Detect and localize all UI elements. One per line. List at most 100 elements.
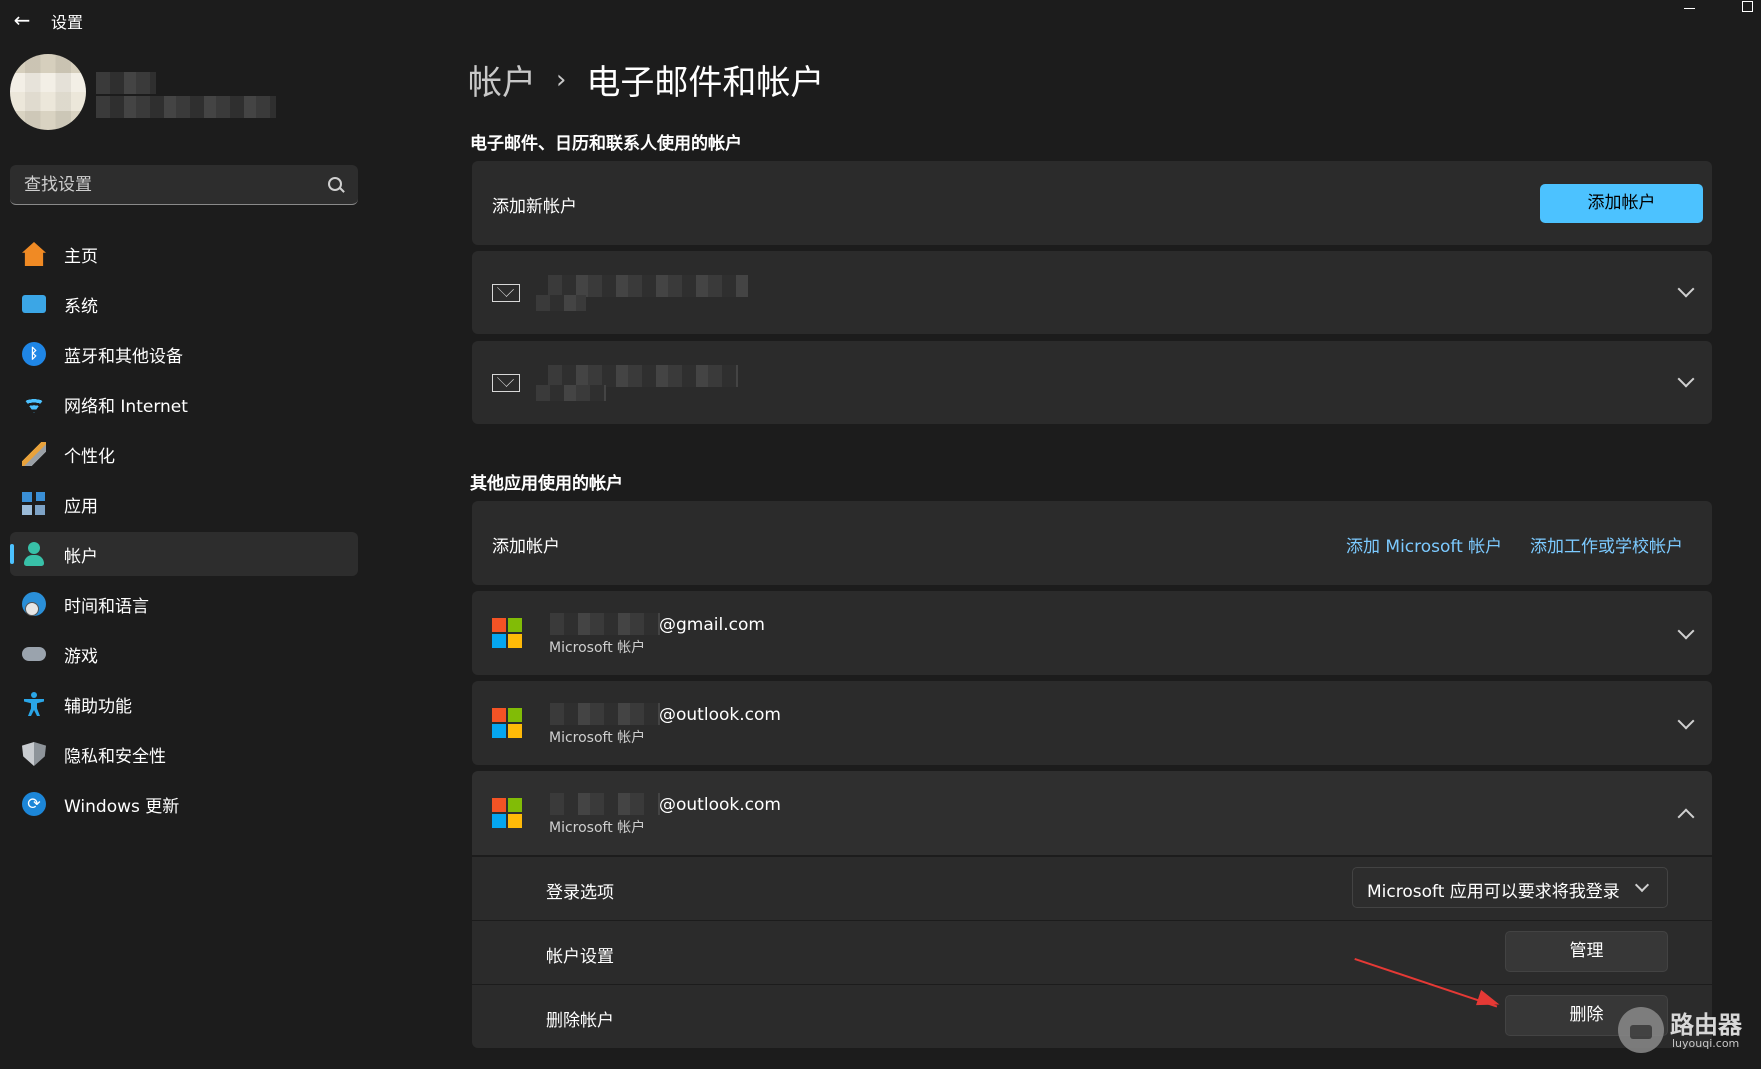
shield-icon	[22, 742, 46, 766]
sidebar-item-label: 主页	[64, 246, 98, 267]
breadcrumb: 帐户 › 电子邮件和帐户	[468, 55, 824, 104]
account-email: @gmail.com	[659, 615, 765, 635]
add-microsoft-account-link[interactable]: 添加 Microsoft 帐户	[1346, 532, 1502, 557]
sidebar-item-bluetooth[interactable]: ᛒ 蓝牙和其他设备	[10, 332, 358, 376]
email-address-redacted	[548, 365, 738, 387]
user-name-redacted	[96, 72, 156, 94]
avatar[interactable]	[10, 54, 86, 130]
signin-options-value: Microsoft 应用可以要求将我登录	[1367, 882, 1620, 902]
sidebar-item-windows-update[interactable]: Windows 更新	[10, 782, 358, 826]
sidebar-item-label: 帐户	[64, 546, 98, 567]
minimize-button[interactable]	[1670, 0, 1710, 20]
mail-icon	[492, 374, 520, 392]
account-settings-label: 帐户设置	[546, 947, 614, 967]
app-title: 设置	[51, 13, 84, 32]
sidebar-item-network[interactable]: 网络和 Internet	[10, 382, 358, 426]
sidebar-item-accessibility[interactable]: 辅助功能	[10, 682, 358, 726]
gamepad-icon	[22, 647, 46, 661]
update-icon	[22, 792, 46, 816]
wifi-icon	[22, 392, 46, 416]
search-input[interactable]	[22, 165, 326, 205]
add-other-account-card: 添加帐户 添加 Microsoft 帐户 添加工作或学校帐户	[472, 501, 1712, 585]
sidebar-item-time-language[interactable]: 时间和语言	[10, 582, 358, 626]
sidebar-item-label: 隐私和安全性	[64, 746, 166, 767]
sidebar-item-label: 时间和语言	[64, 596, 149, 617]
watermark-text: 路由器	[1670, 1011, 1742, 1039]
watermark: 路由器 luyouqi.com	[1618, 1005, 1761, 1065]
sidebar-item-label: 游戏	[64, 646, 98, 667]
account-type: Microsoft 帐户	[549, 640, 646, 656]
email-address-redacted	[548, 275, 748, 297]
system-icon	[22, 295, 46, 313]
add-work-school-account-link[interactable]: 添加工作或学校帐户	[1530, 532, 1683, 557]
account-email: @outlook.com	[659, 795, 781, 815]
mail-icon	[492, 284, 520, 302]
signin-options-dropdown[interactable]: Microsoft 应用可以要求将我登录	[1352, 867, 1668, 908]
search-box[interactable]	[10, 165, 358, 205]
brush-icon	[22, 442, 46, 466]
sidebar-item-system[interactable]: 系统	[10, 282, 358, 326]
add-email-account-button[interactable]: 添加帐户	[1540, 184, 1703, 223]
microsoft-account-card-expanded[interactable]: @outlook.com Microsoft 帐户	[472, 771, 1712, 855]
back-arrow-icon[interactable]: ←	[10, 8, 34, 32]
sidebar-item-privacy[interactable]: 隐私和安全性	[10, 732, 358, 776]
account-email: @outlook.com	[659, 705, 781, 725]
sidebar-item-label: 系统	[64, 296, 98, 317]
email-account-card[interactable]	[472, 341, 1712, 424]
home-icon	[22, 242, 46, 266]
account-type: Microsoft 帐户	[549, 820, 646, 836]
email-local-redacted	[550, 703, 660, 725]
account-settings-row: 帐户设置 管理	[472, 921, 1712, 984]
sidebar-item-label: 网络和 Internet	[64, 396, 188, 417]
email-subtext-redacted	[536, 385, 606, 401]
apps-icon	[22, 492, 46, 516]
account-icon	[22, 542, 46, 566]
sidebar-item-accounts[interactable]: 帐户	[10, 532, 358, 576]
account-type: Microsoft 帐户	[549, 730, 646, 746]
sidebar-item-label: 个性化	[64, 446, 115, 467]
signin-options-row: 登录选项 Microsoft 应用可以要求将我登录	[472, 857, 1712, 920]
sidebar-item-label: 辅助功能	[64, 696, 132, 717]
microsoft-logo-icon	[492, 798, 522, 828]
chevron-down-icon	[1634, 877, 1650, 893]
bluetooth-icon: ᛒ	[22, 342, 46, 366]
sidebar-item-label: 应用	[64, 496, 98, 517]
sidebar-item-label: Windows 更新	[64, 796, 180, 817]
sidebar-item-apps[interactable]: 应用	[10, 482, 358, 526]
section-title-email: 电子邮件、日历和联系人使用的帐户	[470, 134, 742, 154]
sidebar-item-home[interactable]: 主页	[10, 232, 358, 276]
sidebar-item-label: 蓝牙和其他设备	[64, 346, 183, 367]
manage-button[interactable]: 管理	[1505, 931, 1668, 972]
search-icon[interactable]	[328, 177, 342, 191]
breadcrumb-parent[interactable]: 帐户	[468, 55, 536, 104]
microsoft-logo-icon	[492, 708, 522, 738]
email-subtext-redacted	[536, 295, 586, 311]
chevron-down-icon[interactable]	[1677, 622, 1695, 640]
breadcrumb-separator: ›	[556, 64, 567, 95]
add-other-account-label: 添加帐户	[492, 537, 560, 557]
microsoft-logo-icon	[492, 618, 522, 648]
chevron-down-icon[interactable]	[1677, 280, 1695, 298]
add-email-account-label: 添加新帐户	[492, 197, 577, 217]
chevron-down-icon[interactable]	[1677, 712, 1695, 730]
page-title: 电子邮件和帐户	[586, 63, 825, 103]
watermark-subtext: luyouqi.com	[1672, 1037, 1740, 1050]
email-account-card[interactable]	[472, 251, 1712, 334]
maximize-button[interactable]	[1728, 0, 1761, 20]
chevron-up-icon[interactable]	[1677, 808, 1695, 826]
add-email-account-card: 添加新帐户 添加帐户	[472, 161, 1712, 245]
router-logo-icon	[1618, 1007, 1664, 1053]
delete-account-row: 删除帐户 删除	[472, 985, 1712, 1048]
signin-options-label: 登录选项	[546, 883, 614, 903]
title-bar: ← 设置	[0, 0, 1761, 40]
sidebar-item-personalization[interactable]: 个性化	[10, 432, 358, 476]
time-language-icon	[22, 592, 46, 616]
chevron-down-icon[interactable]	[1677, 370, 1695, 388]
microsoft-account-card[interactable]: @outlook.com Microsoft 帐户	[472, 681, 1712, 765]
delete-account-label: 删除帐户	[546, 1011, 614, 1031]
sidebar-nav: 主页 系统 ᛒ 蓝牙和其他设备 网络和 Internet 个性化 应用 帐户 时…	[10, 232, 358, 832]
microsoft-account-card[interactable]: @gmail.com Microsoft 帐户	[472, 591, 1712, 675]
accessibility-icon	[22, 692, 46, 716]
user-email-redacted	[96, 96, 276, 118]
sidebar-item-gaming[interactable]: 游戏	[10, 632, 358, 676]
